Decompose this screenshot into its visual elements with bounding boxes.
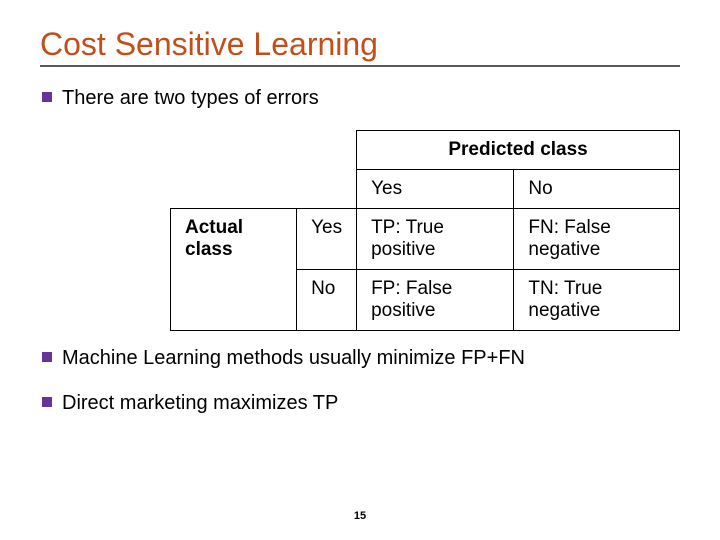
table-row: Actual class Yes TP: True positive FN: F… [171,209,680,270]
table-row: Predicted class [171,131,680,170]
bullet-item: Machine Learning methods usually minimiz… [40,345,680,372]
row-header-no: No [297,270,357,331]
cell-tp: TP: True positive [357,209,514,270]
table-row: Yes No [171,170,680,209]
bullet-item: Direct marketing maximizes TP [40,390,680,417]
empty-cell [171,170,297,209]
empty-cell [297,131,357,170]
empty-cell [171,131,297,170]
col-header-no: No [514,170,680,209]
bullet-list: There are two types of errors [40,85,680,112]
actual-header: Actual class [171,209,297,331]
bullet-item: There are two types of errors [40,85,680,112]
slide: Cost Sensitive Learning There are two ty… [0,0,720,540]
cell-fp: FP: False positive [357,270,514,331]
col-header-yes: Yes [357,170,514,209]
cell-tn: TN: True negative [514,270,680,331]
cell-fn: FN: False negative [514,209,680,270]
predicted-header: Predicted class [357,131,680,170]
empty-cell [297,170,357,209]
confusion-table-wrap: Predicted class Yes No Actual class Yes … [170,130,680,331]
bullet-list: Machine Learning methods usually minimiz… [40,345,680,417]
slide-title: Cost Sensitive Learning [40,26,680,63]
confusion-matrix-table: Predicted class Yes No Actual class Yes … [170,130,680,331]
row-header-yes: Yes [297,209,357,270]
title-divider [40,65,680,67]
page-number: 15 [0,510,720,522]
